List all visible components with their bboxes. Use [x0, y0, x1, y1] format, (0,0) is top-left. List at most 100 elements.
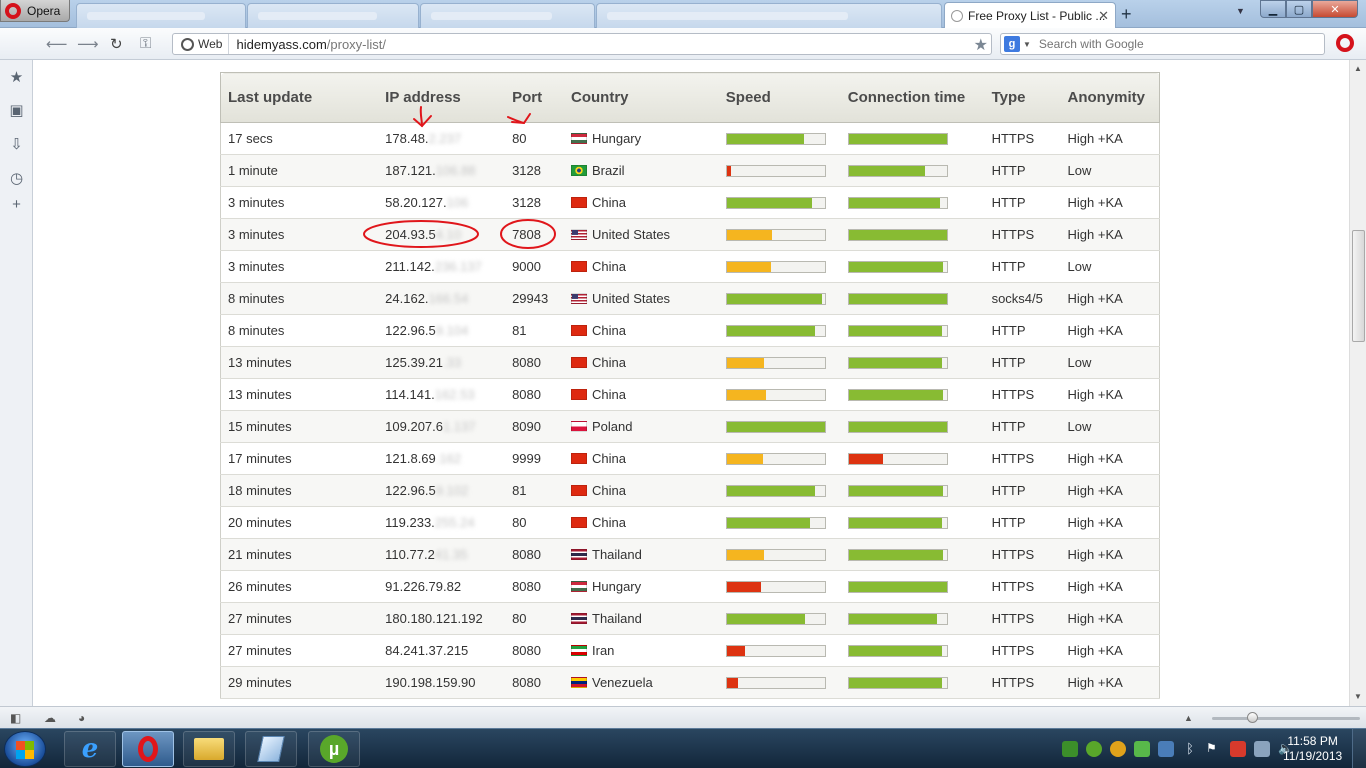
taskbar-notes-app[interactable]	[245, 731, 297, 767]
cell-ip-address[interactable]: 91.226.79.82	[378, 570, 506, 603]
cell-country[interactable]: China	[564, 186, 719, 219]
view-up-arrow-icon[interactable]: ▲	[1184, 713, 1193, 723]
cell-country[interactable]: Iran	[564, 634, 719, 667]
panel-toggle-icon[interactable]: ◧	[10, 711, 21, 725]
cell-ip-address[interactable]: 84.241.37.215	[378, 634, 506, 667]
window-minimize-button[interactable]: ▁	[1260, 0, 1286, 18]
zoom-slider-track[interactable]	[1212, 717, 1360, 720]
tab-background-1[interactable]	[76, 3, 246, 28]
key-icon[interactable]: ⚿	[140, 35, 151, 52]
url-text[interactable]: hidemyass.com/proxy-list/	[229, 37, 386, 52]
cell-country[interactable]: United States	[564, 218, 719, 251]
tray-utorrent-icon[interactable]	[1086, 741, 1102, 757]
reload-icon[interactable]: ↻	[110, 35, 123, 53]
tab-background-4[interactable]	[596, 3, 942, 28]
cell-ip-address[interactable]: 122.96.59.104	[378, 314, 506, 347]
cell-country[interactable]: China	[564, 250, 719, 283]
header-last-update[interactable]: Last update	[220, 72, 379, 123]
bookmarks-star-icon[interactable]: ★	[8, 68, 25, 86]
tab-background-3[interactable]	[420, 3, 595, 28]
tray-app-icon[interactable]	[1062, 741, 1078, 757]
cell-country[interactable]: United States	[564, 282, 719, 315]
cell-ip-address[interactable]: 204.93.54.10	[378, 218, 506, 251]
tab-list-chevron-icon[interactable]: ▼	[1236, 6, 1245, 16]
cell-ip-address[interactable]: 119.233.255.24	[378, 506, 506, 539]
show-desktop-button[interactable]	[1352, 729, 1366, 768]
start-button[interactable]	[4, 731, 46, 767]
header-ip-address[interactable]: IP address	[378, 72, 506, 123]
cell-ip-address[interactable]: 24.162.166.54	[378, 282, 506, 315]
header-port[interactable]: Port	[505, 72, 564, 123]
cell-ip-address[interactable]: 178.48.2.237	[378, 122, 506, 155]
cell-ip-address[interactable]: 190.198.159.90	[378, 666, 506, 699]
notes-icon[interactable]: ▣	[8, 101, 25, 119]
cell-country[interactable]: China	[564, 314, 719, 347]
cell-ip-address[interactable]: 125.39.21.33	[378, 346, 506, 379]
cell-ip-address[interactable]: 122.96.59.102	[378, 474, 506, 507]
tray-alert-icon[interactable]	[1230, 741, 1246, 757]
scrollbar-thumb[interactable]	[1352, 230, 1365, 342]
cell-country[interactable]: China	[564, 378, 719, 411]
bookmark-star-icon[interactable]: ★	[974, 35, 988, 55]
cell-country[interactable]: China	[564, 506, 719, 539]
header-country[interactable]: Country	[564, 72, 719, 123]
network-icon[interactable]	[1254, 741, 1270, 757]
cell-ip-address[interactable]: 114.141.162.53	[378, 378, 506, 411]
scroll-up-arrow-icon[interactable]: ▲	[1354, 64, 1362, 73]
cell-country[interactable]: Hungary	[564, 122, 719, 155]
search-box[interactable]: g ▼	[1000, 33, 1325, 55]
scroll-down-arrow-icon[interactable]: ▼	[1354, 692, 1362, 701]
search-input[interactable]	[1038, 37, 1299, 51]
taskbar-file-explorer[interactable]	[183, 731, 235, 767]
cell-country[interactable]: Thailand	[564, 602, 719, 635]
cell-ip-address[interactable]: 180.180.121.192	[378, 602, 506, 635]
google-engine-icon[interactable]: g	[1004, 36, 1020, 52]
cell-ip-address[interactable]: 211.142.236.137	[378, 250, 506, 283]
history-icon[interactable]: ◷	[8, 169, 25, 187]
tray-security-icon[interactable]	[1110, 741, 1126, 757]
downloads-icon[interactable]: ⇩	[8, 135, 25, 153]
taskbar-opera[interactable]	[122, 731, 174, 767]
header-connection-time[interactable]: Connection time	[840, 72, 985, 123]
cell-country[interactable]: Venezuela	[564, 666, 719, 699]
engine-dropdown-chevron-icon[interactable]: ▼	[1023, 40, 1031, 49]
opera-menu-button[interactable]: Opera	[0, 0, 70, 22]
turbo-gauge-icon[interactable]: ◕	[78, 711, 85, 725]
cell-country[interactable]: China	[564, 346, 719, 379]
bluetooth-icon[interactable]: ᛒ	[1182, 741, 1198, 757]
web-badge[interactable]: Web	[173, 34, 230, 54]
new-tab-plus-icon[interactable]: +	[1121, 4, 1132, 25]
cell-country[interactable]: Thailand	[564, 538, 719, 571]
cell-ip-address[interactable]: 109.207.61.137	[378, 410, 506, 443]
cell-ip-address[interactable]: 58.20.127.106	[378, 186, 506, 219]
action-center-flag-icon[interactable]: ⚑	[1206, 741, 1222, 757]
back-arrow-icon[interactable]: ⟵	[46, 35, 68, 53]
cell-ip-address[interactable]: 121.8.69.162	[378, 442, 506, 475]
tab-close-icon[interactable]: ✕	[1098, 8, 1109, 24]
cell-country[interactable]: China	[564, 442, 719, 475]
window-maximize-button[interactable]: ▢	[1286, 0, 1312, 18]
tray-display-icon[interactable]	[1158, 741, 1174, 757]
cell-ip-address[interactable]: 110.77.241.35	[378, 538, 506, 571]
add-panel-icon[interactable]: +	[8, 196, 25, 213]
cell-country[interactable]: China	[564, 474, 719, 507]
cell-country[interactable]: Poland	[564, 410, 719, 443]
tab-active[interactable]: Free Proxy List - Public ... ✕	[944, 2, 1116, 29]
header-type[interactable]: Type	[984, 72, 1061, 123]
tray-network-share-icon[interactable]	[1134, 741, 1150, 757]
header-speed[interactable]: Speed	[718, 72, 841, 123]
opera-unite-cloud-icon[interactable]: ☁	[44, 711, 56, 725]
forward-arrow-icon[interactable]: ⟶	[77, 35, 99, 53]
opera-speed-dial-icon[interactable]	[1336, 34, 1354, 52]
cell-ip-address[interactable]: 187.121.106.88	[378, 154, 506, 187]
taskbar-utorrent[interactable]: µ	[308, 731, 360, 767]
tab-background-2[interactable]	[247, 3, 419, 28]
cell-country[interactable]: Hungary	[564, 570, 719, 603]
zoom-slider-knob[interactable]	[1247, 712, 1258, 723]
window-close-button[interactable]: ✕	[1312, 0, 1358, 18]
taskbar-internet-explorer[interactable]: e	[64, 731, 116, 767]
address-field[interactable]: Web hidemyass.com/proxy-list/ ★	[172, 33, 992, 55]
taskbar-clock[interactable]: 11:58 PM 11/19/2013	[1283, 734, 1342, 764]
cell-country[interactable]: Brazil	[564, 154, 719, 187]
header-anonymity[interactable]: Anonymity	[1060, 72, 1160, 123]
